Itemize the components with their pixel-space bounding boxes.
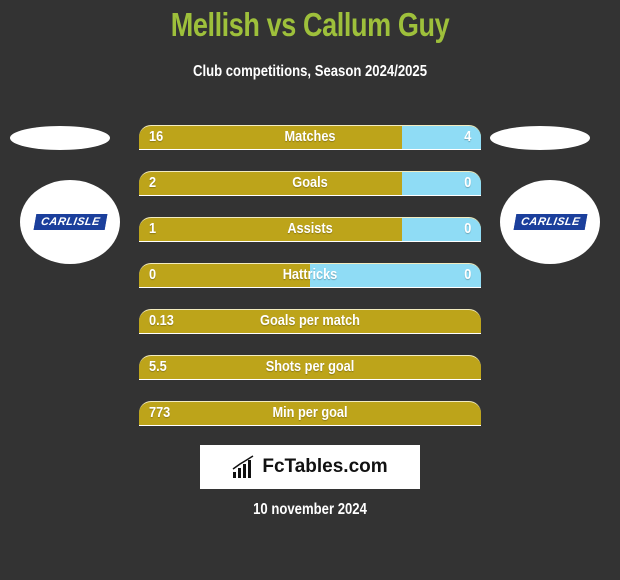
- stat-row-shots-per-goal: Shots per goal 5.5: [139, 355, 481, 380]
- stat-row-min-per-goal: Min per goal 773: [139, 401, 481, 426]
- stat-label: Goals per match: [260, 312, 360, 329]
- page-subtitle: Club competitions, Season 2024/2025: [192, 63, 428, 80]
- right-player-oval: [490, 126, 590, 150]
- right-value: 0: [463, 266, 471, 283]
- left-value: 2: [149, 174, 157, 191]
- stat-row-hattricks: Hattricks 0 0: [139, 263, 481, 288]
- left-value: 0: [149, 266, 157, 283]
- left-value: 0.13: [149, 312, 174, 329]
- date-label: 10 november 2024: [253, 501, 367, 518]
- stat-label: Matches: [284, 128, 336, 145]
- stat-row-matches: Matches 16 4: [139, 125, 481, 150]
- stat-row-assists: Assists 1 0: [139, 217, 481, 242]
- brand-name: FcTables.com: [262, 456, 388, 477]
- stat-label: Min per goal: [272, 404, 348, 421]
- left-value: 5.5: [149, 358, 167, 375]
- fctables-logo[interactable]: FcTables.com: [200, 445, 420, 489]
- carlisle-logo-icon: CARLISLE: [33, 214, 107, 230]
- left-value: 773: [149, 404, 171, 421]
- stat-row-goals: Goals 2 0: [139, 171, 481, 196]
- carlisle-logo-icon: CARLISLE: [513, 214, 587, 230]
- stat-label: Assists: [287, 220, 333, 237]
- right-value: 0: [463, 174, 471, 191]
- right-team-logo: CARLISLE: [500, 180, 600, 264]
- left-value: 16: [149, 128, 164, 145]
- right-value: 4: [463, 128, 471, 145]
- bar-chart-icon: [232, 455, 254, 478]
- stat-label: Shots per goal: [265, 358, 355, 375]
- stat-row-goals-per-match: Goals per match 0.13: [139, 309, 481, 334]
- left-player-oval: [10, 126, 110, 150]
- stat-label: Goals: [292, 174, 328, 191]
- right-value: 0: [463, 220, 471, 237]
- page-title: Mellish vs Callum Guy: [170, 6, 450, 43]
- left-value: 1: [149, 220, 157, 237]
- left-team-logo: CARLISLE: [20, 180, 120, 264]
- stat-label: Hattricks: [282, 266, 338, 283]
